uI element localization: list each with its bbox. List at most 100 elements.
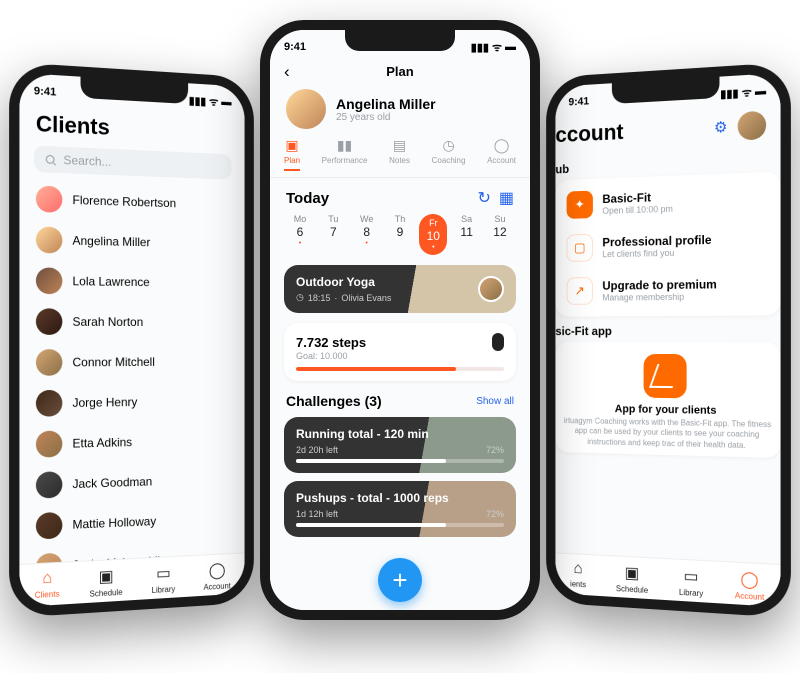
tab-label: Schedule: [616, 584, 648, 595]
challenges-heading: Challenges (3): [286, 393, 382, 409]
client-item[interactable]: Jorge Henry: [19, 381, 244, 424]
avatar: [36, 185, 62, 212]
status-time: 9:41: [284, 41, 306, 53]
client-name: Sarah Norton: [72, 315, 143, 329]
bar-chart-icon: ▮▮: [337, 137, 352, 154]
today-heading: Today: [286, 190, 329, 207]
gear-icon[interactable]: ⚙: [714, 118, 728, 137]
day-cell[interactable]: Mo6•: [286, 214, 314, 255]
tab-label: Performance: [322, 156, 368, 165]
client-item[interactable]: Etta Adkins: [19, 420, 244, 465]
day-of-week: Su: [494, 214, 505, 224]
tab-schedule[interactable]: ▣Schedule: [90, 566, 123, 599]
tab-performance[interactable]: ▮▮ Performance: [322, 137, 368, 171]
wifi-icon: ᯤ: [742, 84, 752, 100]
tab-account[interactable]: ◯Account: [735, 569, 764, 602]
day-cell[interactable]: Tu7: [319, 214, 347, 255]
day-of-week: Sa: [461, 214, 472, 224]
tab-label: Coaching: [432, 156, 466, 165]
tab-label: Notes: [389, 156, 410, 165]
account-item-club[interactable]: ✦ Basic-FitOpen till 10:00 pm: [565, 176, 771, 227]
day-cell[interactable]: Th9: [386, 214, 414, 255]
day-cell[interactable]: Fr10•: [419, 214, 447, 255]
tab-plan[interactable]: ▣Plan: [284, 137, 300, 171]
day-cell[interactable]: We8•: [353, 214, 381, 255]
client-item[interactable]: Connor Mitchell: [19, 342, 244, 383]
avatar[interactable]: [738, 111, 767, 141]
day-cell[interactable]: Sa11: [453, 214, 481, 255]
app-promo-card: App for your clients irtuagym Coaching w…: [555, 342, 780, 458]
search-placeholder: Search...: [63, 153, 111, 169]
steps-value: 7.732 steps: [296, 335, 366, 350]
day-number: 10: [427, 229, 440, 243]
person-icon: ◯: [494, 137, 510, 154]
client-name: Jack Goodman: [72, 474, 152, 491]
calendar-add-icon[interactable]: ▦: [499, 188, 514, 208]
tab-library[interactable]: ▭Library: [679, 566, 703, 599]
stopwatch-icon: ◷: [442, 137, 454, 154]
status-time: 9:41: [34, 85, 56, 99]
app-logo-icon: [644, 354, 687, 398]
tab-schedule[interactable]: ▣Schedule: [616, 562, 648, 595]
back-button[interactable]: ‹: [284, 62, 290, 82]
week-strip[interactable]: Mo6•Tu7 We8•Th9 Fr10•Sa11 Su12: [270, 210, 530, 261]
progress-fill: [296, 459, 446, 463]
phone-center-plan: 9:41 ▮▮▮ ᯤ ▬ ‹ Plan Angelina Miller 25 y…: [260, 20, 540, 620]
client-name: Connor Mitchell: [72, 355, 154, 369]
phone-right-account: 9:41 ▮▮▮ ᯤ ▬ ccount ⚙ ub ✦ Basic-FitOpen…: [546, 62, 791, 618]
search-icon: [44, 153, 57, 167]
challenge-time-left: 2d 20h left: [296, 445, 338, 455]
day-cell[interactable]: Su12: [486, 214, 514, 255]
avatar: [36, 471, 62, 498]
wifi-icon: ᯤ: [209, 94, 218, 109]
avatar: [36, 226, 62, 253]
history-icon[interactable]: ↻: [477, 188, 490, 208]
tab-coaching[interactable]: ◷ Coaching: [432, 137, 466, 171]
tab-clients[interactable]: ⌂Clients: [35, 569, 60, 602]
tab-account[interactable]: ◯Account: [204, 560, 231, 592]
client-name: Mattie Holloway: [72, 514, 156, 532]
client-item[interactable]: Lola Lawrence: [19, 260, 244, 303]
client-item[interactable]: Angelina Miller: [19, 219, 244, 264]
challenge-pct: 72%: [486, 445, 504, 455]
item-title: Upgrade to premium: [602, 277, 716, 292]
progress-bar: [296, 523, 504, 527]
fab-add-button[interactable]: +: [378, 558, 422, 602]
avatar: [36, 349, 62, 376]
section-label-app: sic-Fit app: [555, 315, 780, 342]
event-time: 18:15: [308, 293, 331, 303]
challenge-pct: 72%: [486, 509, 504, 519]
tab-library[interactable]: ▭Library: [152, 563, 176, 595]
steps-card[interactable]: 7.732 steps Goal: 10.000: [284, 323, 516, 381]
tab-account[interactable]: ◯Account: [487, 137, 516, 171]
account-card-club: ✦ Basic-FitOpen till 10:00 pm ▢ Professi…: [555, 172, 780, 317]
avatar: [36, 512, 62, 540]
client-item[interactable]: Sarah Norton: [19, 301, 244, 342]
app-promo-desc: irtuagym Coaching works with the Basic-F…: [559, 414, 776, 452]
avatar: [286, 89, 326, 129]
home-icon: ⌂: [42, 569, 52, 588]
day-number: 7: [330, 225, 337, 239]
tab-label: Account: [204, 581, 231, 591]
battery-icon: ▬: [755, 85, 766, 98]
calendar-icon: ▣: [99, 566, 114, 587]
challenge-card[interactable]: Pushups - total - 1000 reps 1d 12h left7…: [284, 481, 516, 537]
account-item-upgrade[interactable]: ↗ Upgrade to premiumManage membership: [565, 266, 771, 312]
clipboard-icon: ▣: [285, 137, 298, 154]
profile-header[interactable]: Angelina Miller 25 years old: [270, 83, 530, 137]
event-card[interactable]: Outdoor Yoga ◷ 18:15 · Olivia Evans: [284, 265, 516, 313]
clock-icon: ◷: [296, 292, 304, 303]
challenge-title: Pushups - total - 1000 reps: [296, 491, 504, 505]
challenge-card[interactable]: Running total - 120 min 2d 20h left72%: [284, 417, 516, 473]
client-list[interactable]: Florence Robertson Angelina Miller Lola …: [19, 178, 244, 564]
account-item-profile[interactable]: ▢ Professional profileLet clients find y…: [565, 221, 771, 270]
status-time: 9:41: [568, 95, 589, 108]
tab-notes[interactable]: ▤Notes: [389, 137, 410, 171]
profile-name: Angelina Miller: [336, 96, 436, 112]
show-all-link[interactable]: Show all: [476, 396, 514, 407]
tab-clients[interactable]: ⌂ients: [570, 560, 586, 591]
tab-label: Account: [735, 591, 764, 602]
day-dot-icon: [399, 240, 401, 247]
client-item[interactable]: Florence Robertson: [19, 178, 244, 225]
day-dot-icon: [332, 240, 334, 247]
